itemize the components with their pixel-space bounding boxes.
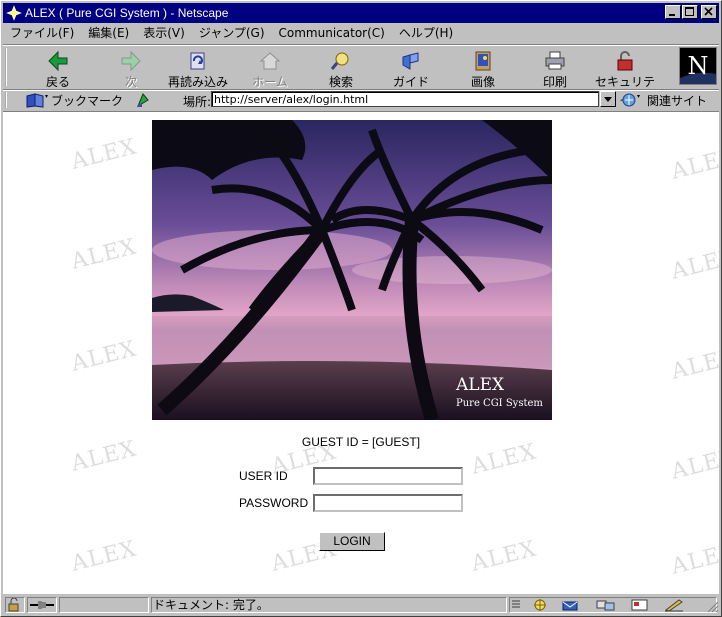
composer-icon[interactable] bbox=[630, 598, 650, 612]
page-content: ALEX ALEX ALEX ALEX ALEX ALEX ALEX ALEX … bbox=[3, 111, 719, 594]
bookmarks-button[interactable]: ブックマーク bbox=[25, 90, 151, 110]
watermark: ALEX bbox=[668, 539, 719, 580]
reload-icon bbox=[190, 52, 205, 70]
discussion-groups-icon[interactable] bbox=[595, 598, 617, 612]
page-proxy-icon bbox=[136, 93, 149, 108]
images-button[interactable]: 画像 bbox=[448, 49, 518, 89]
beach-sunset-photo: ALEX Pure CGI System bbox=[152, 120, 552, 420]
bookmarks-label: ブックマーク bbox=[51, 93, 124, 108]
bookmarks-icon bbox=[26, 93, 48, 108]
title-bar[interactable]: ALEX ( Pure CGI System ) - Netscape bbox=[3, 3, 719, 23]
connection-status bbox=[27, 597, 57, 613]
menu-communicator[interactable]: Communicator(C) bbox=[272, 26, 392, 40]
menu-view[interactable]: 表示(V) bbox=[136, 24, 192, 41]
home-label: ホーム bbox=[252, 75, 288, 89]
print-icon bbox=[545, 51, 565, 70]
menu-bar: ファイル(F) 編集(E) 表示(V) ジャンプ(G) Communicator… bbox=[3, 23, 719, 42]
resize-grip-icon[interactable] bbox=[707, 601, 719, 613]
component-bar-grip-icon[interactable] bbox=[511, 599, 521, 611]
unlocked-padlock-icon bbox=[8, 597, 19, 612]
guide-label: ガイド bbox=[392, 75, 429, 89]
plug-icon bbox=[30, 601, 54, 609]
locbar-grip[interactable] bbox=[5, 92, 13, 108]
user-id-label: USER ID bbox=[239, 469, 288, 483]
menu-go[interactable]: ジャンプ(G) bbox=[192, 24, 272, 41]
maximize-button[interactable] bbox=[682, 5, 698, 19]
palm-trees-image: ALEX Pure CGI System bbox=[152, 120, 552, 420]
url-dropdown-button[interactable] bbox=[600, 91, 616, 107]
menu-edit[interactable]: 編集(E) bbox=[81, 24, 136, 41]
photo-title: ALEX bbox=[455, 375, 505, 395]
guide-icon bbox=[402, 52, 419, 70]
related-sites-icon bbox=[622, 93, 640, 107]
minimize-button[interactable] bbox=[665, 5, 681, 19]
minimize-icon bbox=[669, 14, 675, 16]
edit-pencil-icon[interactable] bbox=[663, 598, 685, 612]
navigation-toolbar: 戻る 次 再読み込み ホーム 検索 ガイド 画像 印刷 セキュリテ N bbox=[3, 44, 719, 106]
status-bar: ドキュメント: 完了。 bbox=[3, 595, 719, 615]
messenger-icon[interactable] bbox=[561, 598, 583, 612]
window-title: ALEX ( Pure CGI System ) - Netscape bbox=[25, 6, 229, 20]
home-button[interactable]: ホーム bbox=[235, 49, 305, 89]
print-button[interactable]: 印刷 bbox=[520, 49, 590, 89]
login-button[interactable]: LOGIN bbox=[319, 532, 385, 551]
password-label: PASSWORD bbox=[239, 496, 309, 510]
svg-text:N: N bbox=[688, 52, 709, 80]
navigator-icon[interactable] bbox=[531, 598, 549, 612]
related-sites-label: 関連サイト bbox=[647, 93, 708, 108]
back-arrow-icon bbox=[48, 51, 68, 71]
security-status[interactable] bbox=[5, 597, 25, 613]
watermark: ALEX bbox=[68, 536, 140, 577]
forward-label: 次 bbox=[124, 75, 137, 89]
back-label: 戻る bbox=[45, 75, 70, 89]
home-icon bbox=[259, 52, 281, 70]
close-button[interactable] bbox=[701, 5, 717, 19]
chevron-down-icon bbox=[604, 97, 612, 102]
watermark: ALEX bbox=[668, 244, 719, 285]
watermark: ALEX bbox=[68, 336, 140, 377]
netscape-logo[interactable]: N bbox=[679, 47, 717, 85]
menu-help[interactable]: ヘルプ(H) bbox=[392, 24, 460, 41]
reload-label: 再読み込み bbox=[167, 75, 228, 89]
images-icon bbox=[475, 51, 491, 71]
password-field[interactable] bbox=[313, 494, 463, 512]
guide-button[interactable]: ガイド bbox=[376, 49, 446, 89]
close-icon bbox=[704, 7, 713, 16]
location-label: 場所: bbox=[183, 95, 212, 109]
security-lock-icon bbox=[617, 51, 633, 71]
reload-button[interactable]: 再読み込み bbox=[163, 49, 233, 89]
forward-button[interactable]: 次 bbox=[96, 49, 166, 89]
watermark: ALEX bbox=[668, 444, 719, 485]
search-label: 検索 bbox=[328, 75, 353, 89]
watermark: ALEX bbox=[668, 344, 719, 385]
print-label: 印刷 bbox=[542, 75, 567, 89]
user-id-field[interactable] bbox=[313, 467, 463, 485]
security-button[interactable]: セキュリティ bbox=[590, 49, 660, 106]
watermark: ALEX bbox=[468, 536, 540, 577]
guest-id-text: GUEST ID = [GUEST] bbox=[301, 435, 421, 449]
watermark: ALEX bbox=[668, 144, 719, 185]
url-field[interactable]: http://server/alex/login.html bbox=[211, 91, 599, 107]
search-icon bbox=[330, 52, 349, 70]
netscape-n-icon: N bbox=[680, 48, 716, 84]
back-button[interactable]: 戻る bbox=[23, 49, 93, 89]
maximize-icon bbox=[685, 7, 694, 16]
related-sites-button[interactable]: 関連サイト bbox=[621, 90, 707, 110]
toolbar-grip[interactable] bbox=[5, 48, 13, 86]
netscape-app-icon bbox=[6, 5, 22, 21]
status-text: ドキュメント: 完了。 bbox=[153, 598, 269, 612]
photo-subtitle: Pure CGI System bbox=[456, 398, 543, 409]
watermark: ALEX bbox=[68, 234, 140, 275]
watermark: ALEX bbox=[68, 134, 140, 175]
forward-arrow-icon bbox=[121, 51, 141, 71]
search-button[interactable]: 検索 bbox=[306, 49, 376, 89]
menu-file[interactable]: ファイル(F) bbox=[3, 24, 81, 41]
location-bar: ブックマーク 場所: http://server/alex/login.html… bbox=[3, 89, 719, 110]
images-label: 画像 bbox=[470, 75, 495, 89]
progress-bar bbox=[59, 597, 149, 613]
browser-window: ALEX ( Pure CGI System ) - Netscape ファイル… bbox=[0, 0, 722, 617]
